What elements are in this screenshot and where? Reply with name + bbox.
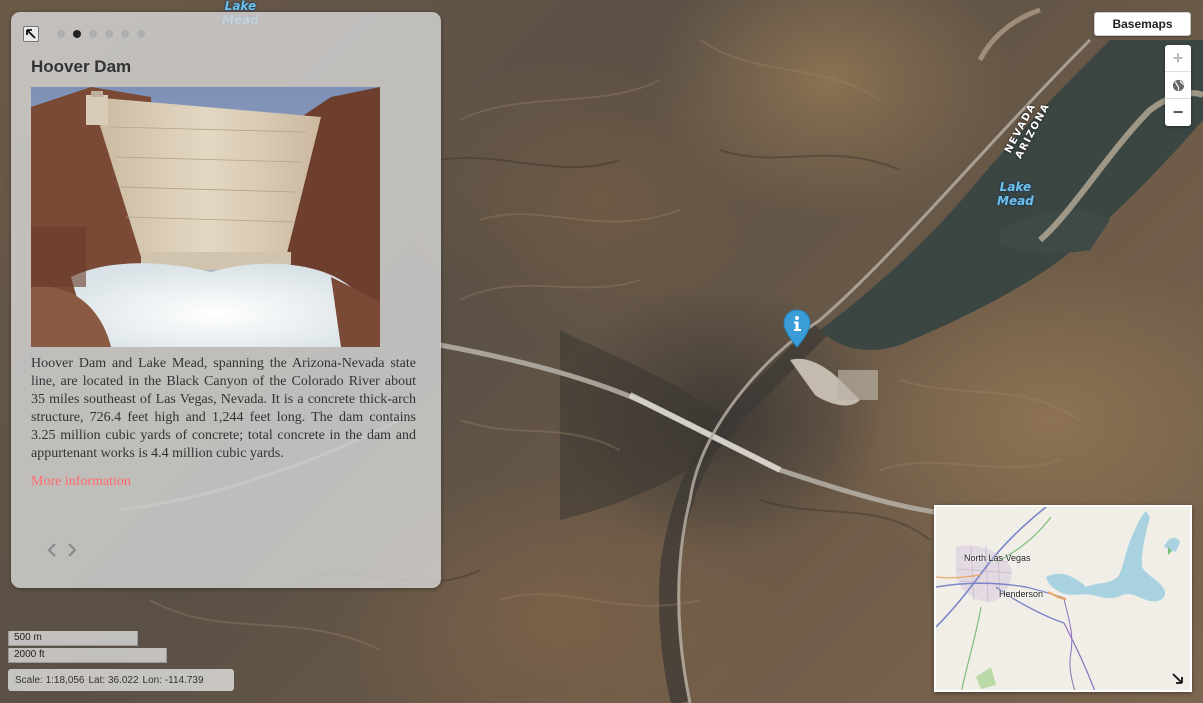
panel-description: Hoover Dam and Lake Mead, spanning the A…	[31, 356, 416, 461]
home-button[interactable]	[1165, 72, 1191, 99]
overview-map[interactable]: North Las Vegas Henderson	[934, 505, 1192, 692]
page-dot[interactable]	[89, 30, 97, 38]
globe-icon	[1172, 79, 1184, 91]
arrow-down-right-icon	[1172, 673, 1183, 684]
scale-bar-imperial: 2000 ft	[8, 648, 167, 663]
page-dot[interactable]	[57, 30, 65, 38]
collapse-panel-button[interactable]	[23, 26, 39, 42]
hoover-dam-photo	[31, 87, 380, 347]
page-dot[interactable]	[121, 30, 129, 38]
coordinate-readout: Scale: 1:18,056 Lat: 36.022 Lon: -114.73…	[8, 669, 234, 691]
pager	[45, 540, 79, 560]
zoom-in-button[interactable]: +	[1165, 45, 1191, 72]
next-button[interactable]	[65, 540, 79, 560]
page-indicator	[57, 30, 145, 38]
basemaps-button[interactable]: Basemaps	[1094, 12, 1191, 36]
scale-readout: Scale: 1:18,056	[15, 674, 85, 686]
overview-map-graphic	[936, 507, 1180, 690]
page-dot[interactable]	[105, 30, 113, 38]
scale-bar-metric: 500 m	[8, 631, 138, 646]
overview-toggle-button[interactable]	[1172, 673, 1186, 687]
panel-title: Hoover Dam	[31, 57, 132, 76]
north-las-vegas-label: North Las Vegas	[964, 553, 1031, 563]
henderson-label: Henderson	[999, 589, 1044, 599]
page-dot[interactable]	[137, 30, 145, 38]
latitude-readout: Lat: 36.022	[88, 674, 139, 686]
lake-mead-label: Lake Mead	[997, 180, 1034, 208]
zoom-out-button[interactable]: −	[1165, 99, 1191, 126]
page-dot[interactable]	[73, 30, 81, 38]
longitude-readout: Lon: -114.739	[142, 674, 204, 686]
info-panel: Hoover Dam Hoover Dam and Lake Mead, spa…	[11, 12, 441, 588]
chevron-left-icon	[47, 543, 56, 557]
zoom-control: + −	[1165, 45, 1191, 126]
info-marker-icon[interactable]	[782, 309, 812, 349]
more-information-link[interactable]: More information	[31, 474, 131, 490]
chevron-right-icon	[68, 543, 77, 557]
arrow-up-left-icon	[26, 29, 36, 39]
previous-button[interactable]	[45, 540, 59, 560]
